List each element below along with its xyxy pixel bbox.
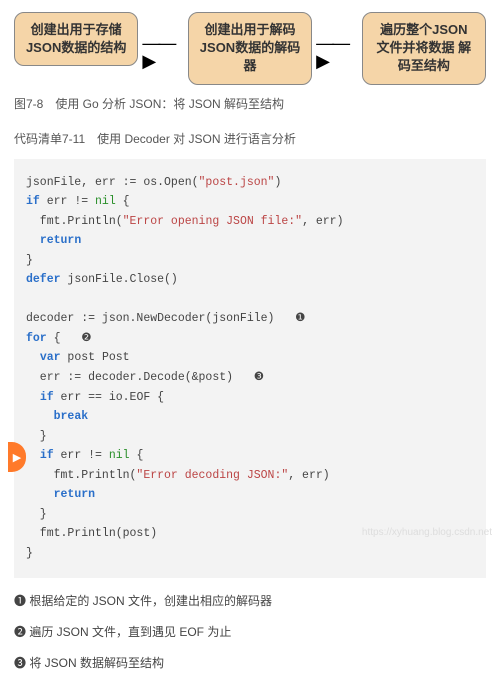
code-keyword: var <box>40 351 61 364</box>
code-text <box>26 410 54 423</box>
annotation-3: ❸ 将 JSON 数据解码至结构 <box>14 654 486 671</box>
code-text: { <box>130 449 144 462</box>
code-keyword: return <box>40 234 81 247</box>
code-text: fmt.Println( <box>26 469 136 482</box>
code-text: , err) <box>302 215 343 228</box>
annotation-list: ❶ 根据给定的 JSON 文件，创建出相应的解码器 ❷ 遍历 JSON 文件，直… <box>14 592 486 671</box>
code-text: jsonFile, err := os.Open( <box>26 176 199 189</box>
code-keyword: for <box>26 332 47 345</box>
code-keyword: defer <box>26 273 61 286</box>
code-keyword: break <box>54 410 89 423</box>
listing-title: 代码清单7-11 使用 Decoder 对 JSON 进行语言分析 <box>14 130 486 147</box>
arrow-icon: ——▶ <box>316 34 358 70</box>
code-keyword: if <box>40 449 54 462</box>
code-keyword: if <box>40 391 54 404</box>
code-text: fmt.Println(post) <box>26 527 157 540</box>
code-text <box>26 391 40 404</box>
code-text: err := decoder.Decode(&post) ❸ <box>26 371 264 384</box>
code-string: "post.json" <box>199 176 275 189</box>
code-text: decoder := json.NewDecoder(jsonFile) ❶ <box>26 312 305 325</box>
code-string: "Error decoding JSON:" <box>136 469 288 482</box>
code-text: } <box>26 508 47 521</box>
code-text: } <box>26 430 47 443</box>
code-literal: nil <box>95 195 116 208</box>
watermark-text: https://xyhuang.blog.csdn.net <box>362 527 492 538</box>
code-text: err == io.EOF { <box>54 391 164 404</box>
diagram-box-2: 创建出用于解码 JSON数据的解码器 <box>188 12 312 85</box>
code-text: jsonFile.Close() <box>61 273 178 286</box>
code-text: post Post <box>61 351 130 364</box>
code-text: } <box>26 547 33 560</box>
arrow-icon: ——▶ <box>142 34 184 70</box>
annotation-1: ❶ 根据给定的 JSON 文件，创建出相应的解码器 <box>14 592 486 609</box>
code-text: } <box>26 254 33 267</box>
code-text: , err) <box>288 469 329 482</box>
diagram-box-1: 创建出用于存储 JSON数据的结构 <box>14 12 138 66</box>
flow-diagram: 创建出用于存储 JSON数据的结构 ——▶ 创建出用于解码 JSON数据的解码器… <box>14 12 486 85</box>
code-text <box>26 351 40 364</box>
code-literal: nil <box>109 449 130 462</box>
code-text: { ❷ <box>47 332 92 345</box>
code-string: "Error opening JSON file:" <box>123 215 302 228</box>
figure-caption: 图7-8 使用 Go 分析 JSON：将 JSON 解码至结构 <box>14 95 486 112</box>
code-text <box>26 234 40 247</box>
diagram-box-3: 遍历整个JSON 文件并将数据 解码至结构 <box>362 12 486 85</box>
code-text <box>26 449 40 462</box>
code-keyword: return <box>54 488 95 501</box>
code-text: ) <box>274 176 281 189</box>
code-block: jsonFile, err := os.Open("post.json") if… <box>14 159 486 578</box>
code-text: { <box>116 195 130 208</box>
code-text: err != <box>40 195 95 208</box>
annotation-2: ❷ 遍历 JSON 文件，直到遇见 EOF 为止 <box>14 623 486 640</box>
code-text <box>26 488 54 501</box>
code-text: err != <box>54 449 109 462</box>
code-keyword: if <box>26 195 40 208</box>
code-text: fmt.Println( <box>26 215 123 228</box>
